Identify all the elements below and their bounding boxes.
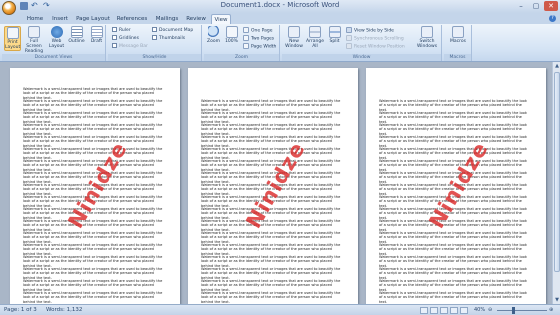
tab-review[interactable]: Review xyxy=(185,14,207,24)
new-window-icon xyxy=(288,26,300,38)
tab-insert[interactable]: Insert xyxy=(50,14,70,24)
paragraph[interactable]: Watermark is a semi-transparent text or … xyxy=(23,291,163,304)
draft-button[interactable]: Draft xyxy=(88,26,105,44)
scroll-down-icon[interactable]: ▼ xyxy=(553,296,560,304)
page-width-icon xyxy=(243,43,249,49)
tab-home[interactable]: Home xyxy=(26,14,44,24)
group-zoom: Zoom 100% One Page Two Pages Page Width … xyxy=(204,25,280,61)
status-draft-button[interactable] xyxy=(460,307,468,314)
split-icon xyxy=(328,26,341,38)
switch-windows-icon xyxy=(421,26,433,38)
one-page-button[interactable]: One Page xyxy=(243,27,273,34)
help-icon[interactable]: ? xyxy=(549,15,556,22)
outline-button[interactable]: Outline xyxy=(68,26,85,44)
globe-icon xyxy=(50,26,63,38)
close-button[interactable]: ✕ xyxy=(544,1,558,11)
scroll-up-icon[interactable]: ▲ xyxy=(553,62,560,70)
maximize-button[interactable]: ▢ xyxy=(529,1,543,11)
scroll-thumb[interactable] xyxy=(554,72,560,272)
print-layout-button[interactable]: Print Layout xyxy=(4,26,21,51)
two-pages-button[interactable]: Two Pages xyxy=(243,35,274,42)
ribbon: Print Layout Full Screen Reading Web Lay… xyxy=(0,24,560,62)
new-window-button[interactable]: New Window xyxy=(284,26,304,49)
macros-button[interactable]: Macros xyxy=(448,26,468,44)
group-macros: Macros Macros xyxy=(444,25,472,61)
magnifier-icon xyxy=(207,26,220,38)
title-bar: ↶ ↷ Document1.docx - Microsoft Word – ▢ … xyxy=(0,0,560,15)
paragraph[interactable]: Watermark is a semi-transparent text or … xyxy=(201,291,343,304)
tab-view[interactable]: View xyxy=(211,14,231,24)
group-label-document-views: Document Views xyxy=(2,54,105,61)
message-bar-checkbox[interactable]: Message Bar xyxy=(112,43,148,50)
status-full-screen-button[interactable] xyxy=(430,307,438,314)
ruler-checkbox[interactable]: Ruler xyxy=(112,27,131,34)
synchronous-scrolling-button[interactable]: Synchronous Scrolling xyxy=(346,35,404,42)
reset-position-icon xyxy=(346,43,352,49)
checkbox-icon xyxy=(152,27,157,32)
web-layout-button[interactable]: Web Layout xyxy=(48,26,65,49)
one-page-icon xyxy=(243,27,249,33)
status-print-layout-button[interactable] xyxy=(420,307,428,314)
status-bar: Page: 1 of 3 Words: 1,132 40% ⊖ ⊕ xyxy=(0,304,560,315)
draft-icon xyxy=(90,26,103,38)
outline-icon xyxy=(70,26,83,38)
zoom-level[interactable]: 40% xyxy=(474,306,485,315)
zoom-button[interactable]: Zoom xyxy=(205,26,222,44)
page-width-button[interactable]: Page Width xyxy=(243,43,276,50)
tab-references[interactable]: References xyxy=(116,14,148,24)
zoom-100-button[interactable]: 100% xyxy=(223,26,240,44)
tab-page-layout[interactable]: Page Layout xyxy=(76,14,110,24)
checkbox-icon xyxy=(112,43,117,48)
minimize-button[interactable]: – xyxy=(514,1,528,11)
print-layout-icon xyxy=(6,27,19,39)
reset-window-position-button[interactable]: Reset Window Position xyxy=(346,43,405,50)
macros-icon xyxy=(452,26,464,38)
arrange-all-button[interactable]: Arrange All xyxy=(306,26,324,49)
paragraph[interactable]: Watermark is a semi-transparent text or … xyxy=(379,291,529,304)
ribbon-tabs: Home Insert Page Layout References Maili… xyxy=(0,13,560,24)
window-title: Document1.docx - Microsoft Word xyxy=(220,1,340,9)
thumbnails-checkbox[interactable]: Thumbnails xyxy=(152,35,185,42)
group-label-show-hide: Show/Hide xyxy=(108,54,201,61)
arrange-all-icon xyxy=(309,26,321,38)
window-controls: – ▢ ✕ xyxy=(514,1,558,11)
checkbox-icon xyxy=(152,35,157,40)
status-outline-button[interactable] xyxy=(450,307,458,314)
zoom-slider-handle[interactable] xyxy=(512,307,515,314)
vertical-scrollbar[interactable]: ▲ ▼ xyxy=(552,62,560,304)
checkbox-icon xyxy=(112,35,117,40)
page-1[interactable]: Watermark is a semi-transparent text or … xyxy=(10,68,180,304)
gridlines-checkbox[interactable]: Gridlines xyxy=(112,35,139,42)
side-by-side-icon xyxy=(346,27,352,33)
checkbox-icon xyxy=(112,27,117,32)
zoom-in-icon[interactable]: ⊕ xyxy=(549,306,553,315)
page-3[interactable]: Watermark is a semi-transparent text or … xyxy=(366,68,546,304)
two-pages-icon xyxy=(243,35,249,41)
document-map-checkbox[interactable]: Document Map xyxy=(152,27,193,34)
zoom-out-icon[interactable]: ⊖ xyxy=(488,306,492,315)
switch-windows-button[interactable]: Switch Windows xyxy=(416,26,438,49)
group-show-hide: Ruler Gridlines Message Bar Document Map… xyxy=(108,25,202,61)
zoom-slider[interactable] xyxy=(497,310,547,311)
office-button[interactable] xyxy=(2,1,16,15)
group-label-macros: Macros xyxy=(444,54,471,61)
group-label-zoom: Zoom xyxy=(204,54,279,61)
full-screen-reading-button[interactable]: Full Screen Reading xyxy=(24,26,44,54)
view-side-by-side-button[interactable]: View Side by Side xyxy=(346,27,394,34)
zoom-100-icon xyxy=(225,26,238,38)
split-button[interactable]: Split xyxy=(326,26,343,44)
group-document-views: Print Layout Full Screen Reading Web Lay… xyxy=(2,25,106,61)
page-count[interactable]: Page: 1 of 3 xyxy=(4,306,37,315)
page-2[interactable]: Watermark is a semi-transparent text or … xyxy=(188,68,358,304)
group-label-window: Window xyxy=(282,54,441,61)
full-screen-icon xyxy=(28,26,40,38)
tab-mailings[interactable]: Mailings xyxy=(154,14,180,24)
status-web-layout-button[interactable] xyxy=(440,307,448,314)
word-count[interactable]: Words: 1,132 xyxy=(46,306,82,315)
document-area[interactable]: Watermark is a semi-transparent text or … xyxy=(0,62,552,304)
sync-scroll-icon xyxy=(346,35,352,41)
group-window: New Window Arrange All Split View Side b… xyxy=(282,25,442,61)
